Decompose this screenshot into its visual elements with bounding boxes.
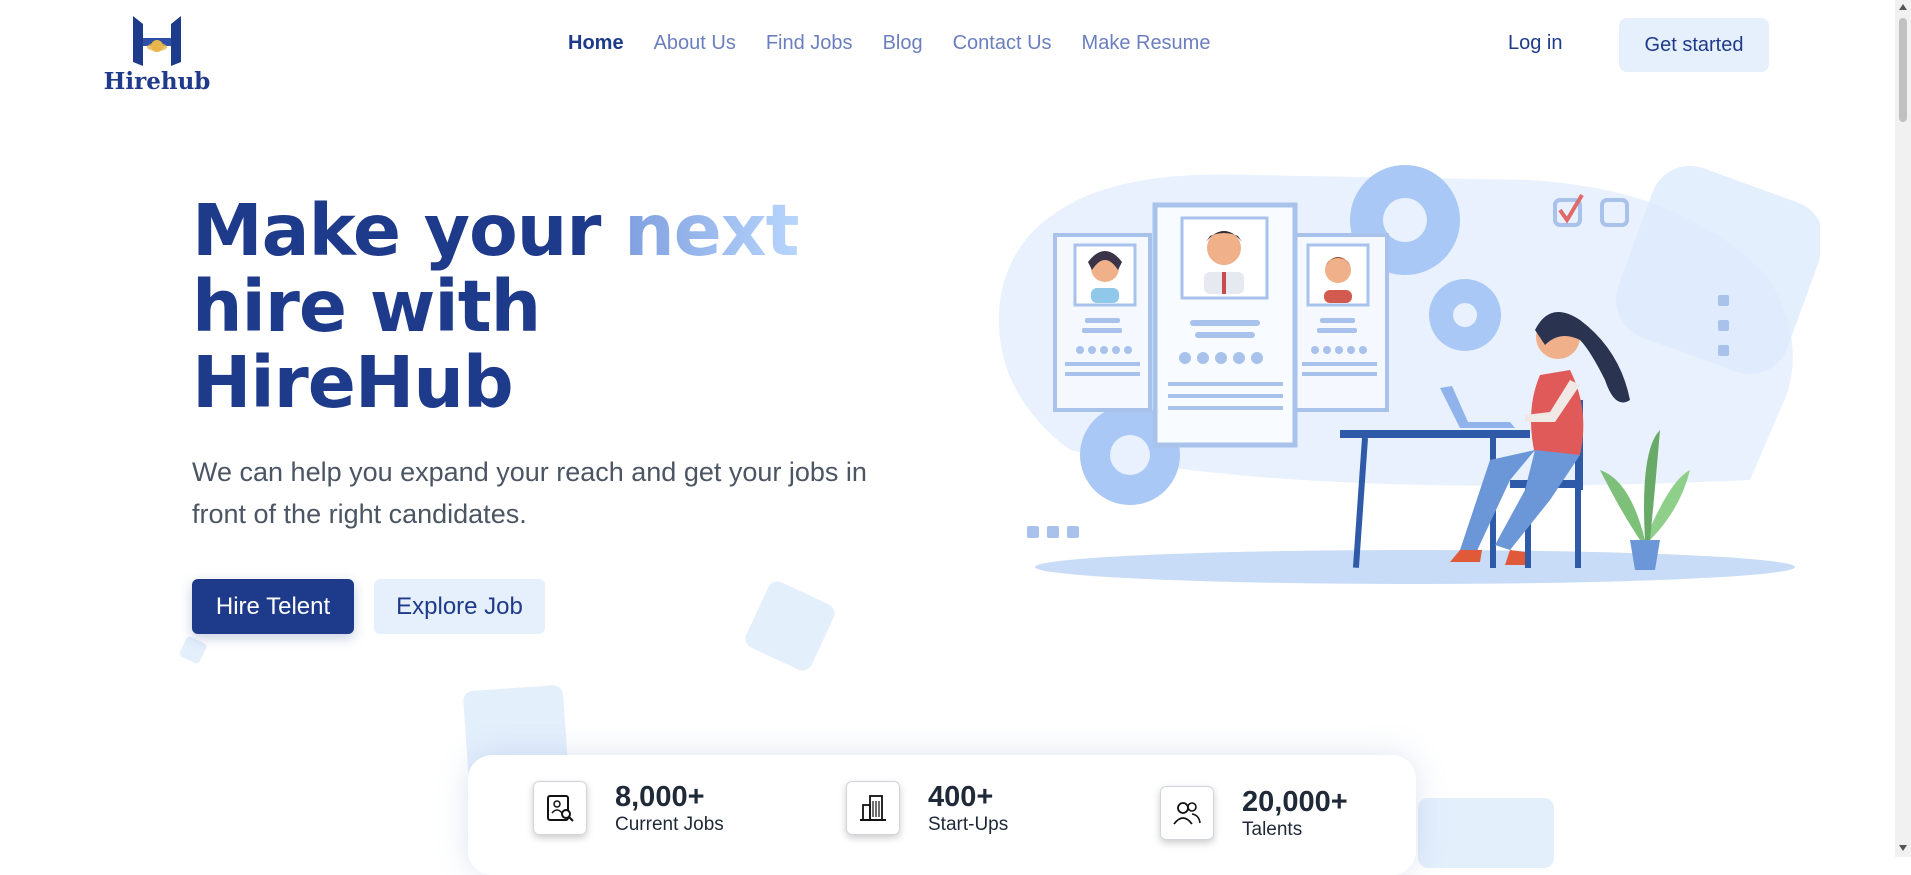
scroll-down-arrow-icon[interactable] — [1899, 845, 1907, 851]
nav-contact-us[interactable]: Contact Us — [953, 32, 1052, 55]
explore-job-button[interactable]: Explore Job — [374, 579, 545, 634]
hero-title-part1: Make your — [192, 189, 625, 272]
deco-square — [178, 635, 208, 665]
stat-talents: 20,000+ Talents — [1160, 786, 1348, 842]
deco-square — [1418, 798, 1554, 868]
building-icon — [846, 781, 900, 835]
hire-talent-button[interactable]: Hire Telent — [192, 579, 354, 634]
stat-value: 400+ — [928, 781, 994, 813]
stat-label: Talents — [1242, 819, 1303, 840]
stat-label: Current Jobs — [615, 814, 724, 835]
users-icon — [1160, 786, 1214, 840]
deco-square — [742, 578, 838, 674]
main-nav: Home About Us Find Jobs Blog Contact Us … — [568, 32, 1210, 55]
nav-find-jobs[interactable]: Find Jobs — [766, 32, 853, 55]
logo-mark-icon — [133, 16, 181, 66]
scroll-thumb[interactable] — [1899, 18, 1907, 122]
hero-title-line3: HireHub — [192, 341, 514, 424]
stats-bar: 8,000+ Current Jobs 400+ Start-Ups 20,00… — [468, 755, 1416, 875]
hero-subtitle: We can help you expand your reach and ge… — [192, 457, 867, 529]
hero-illustration — [998, 165, 1820, 584]
nav-blog[interactable]: Blog — [883, 32, 923, 55]
nav-make-resume[interactable]: Make Resume — [1082, 32, 1211, 55]
stat-start-ups: 400+ Start-Ups — [846, 781, 1008, 837]
scroll-up-arrow-icon[interactable] — [1899, 4, 1907, 10]
hirehub-logo[interactable]: Hirehub — [103, 16, 211, 96]
page-scrollbar[interactable] — [1895, 0, 1911, 857]
hero-title-highlight: next — [624, 189, 799, 272]
job-search-icon — [533, 781, 587, 835]
hero-title: Make your next hire with HireHub — [192, 193, 892, 421]
stat-current-jobs: 8,000+ Current Jobs — [533, 781, 724, 837]
nav-about-us[interactable]: About Us — [654, 32, 736, 55]
site-header: Hirehub Home About Us Find Jobs Blog Con… — [0, 0, 1895, 95]
stat-value: 20,000+ — [1242, 786, 1348, 818]
nav-home[interactable]: Home — [568, 32, 624, 55]
stat-label: Start-Ups — [928, 814, 1009, 835]
logo-text: Hirehub — [103, 68, 211, 95]
stat-value: 8,000+ — [615, 781, 705, 813]
hero-title-line2: hire with — [192, 265, 541, 348]
login-link[interactable]: Log in — [1508, 32, 1563, 55]
get-started-button[interactable]: Get started — [1619, 18, 1769, 72]
